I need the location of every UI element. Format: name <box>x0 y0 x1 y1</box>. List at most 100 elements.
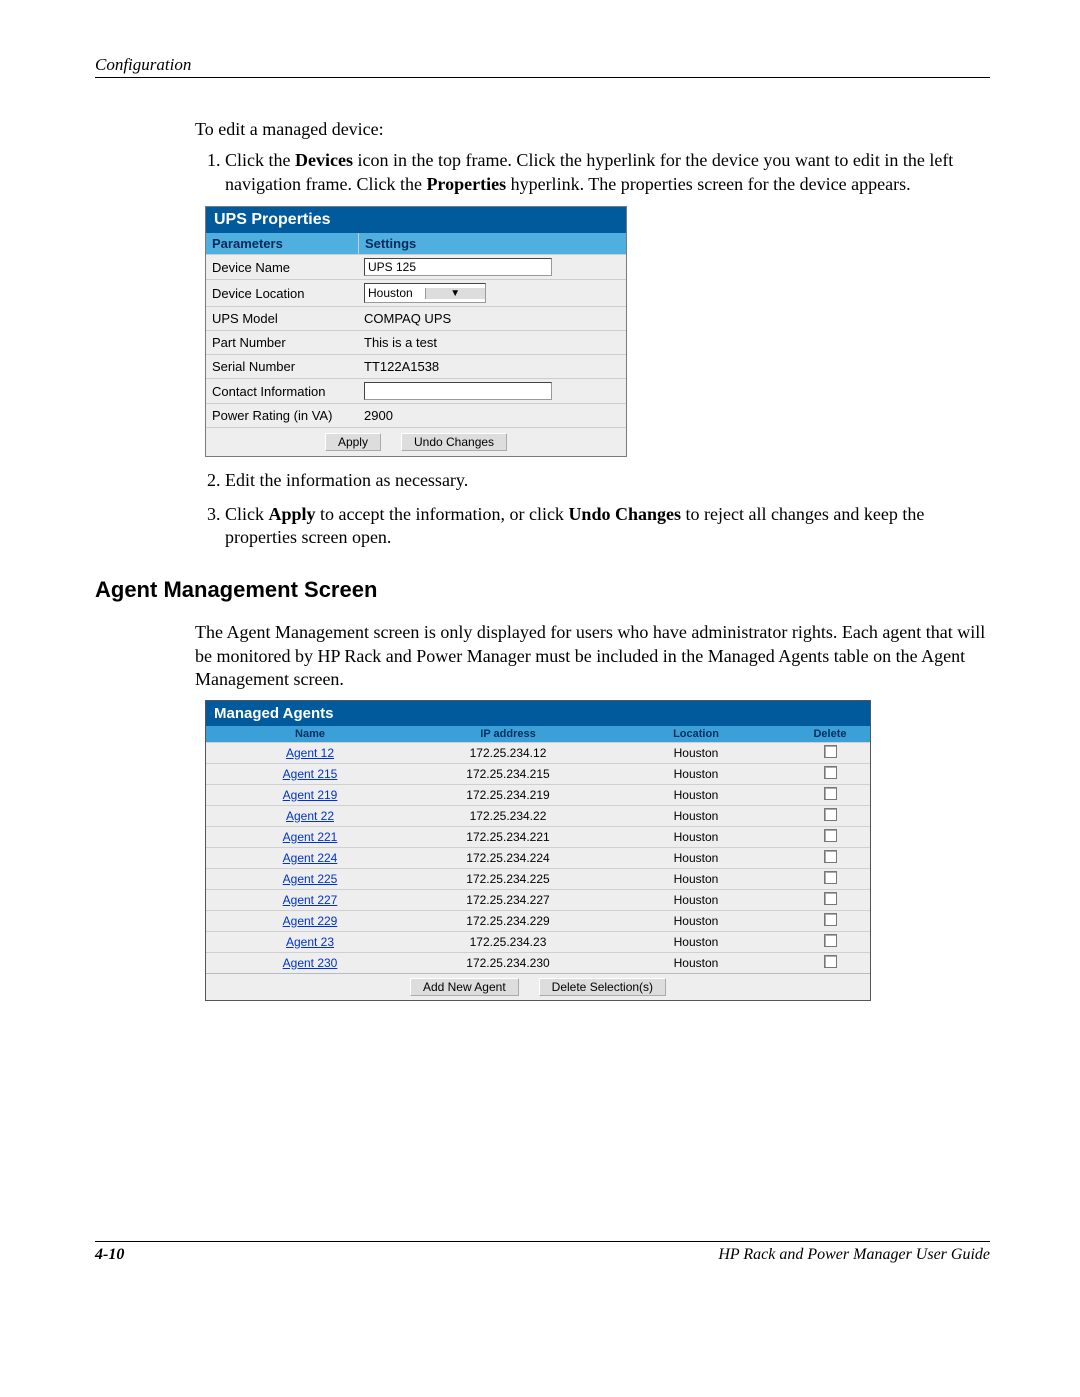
delete-checkbox[interactable] <box>824 934 837 947</box>
ups-model-value: COMPAQ UPS <box>358 308 626 329</box>
agent-link[interactable]: Agent 23 <box>286 935 334 949</box>
delete-checkbox[interactable] <box>824 766 837 779</box>
ups-header-row: Parameters Settings <box>206 233 626 254</box>
agent-ip: 172.25.234.219 <box>414 786 602 804</box>
ups-head-parameters: Parameters <box>206 233 359 254</box>
agents-head-delete: Delete <box>790 726 870 742</box>
agent-row: Agent 227 172.25.234.227Houston <box>206 889 870 910</box>
agents-button-row: Add New Agent Delete Selection(s) <box>206 973 870 1000</box>
agent-location: Houston <box>602 807 790 825</box>
agent-ip: 172.25.234.12 <box>414 744 602 762</box>
step-2: Edit the information as necessary. <box>225 469 990 492</box>
agent-row: Agent 230 172.25.234.230Houston <box>206 952 870 973</box>
agent-link[interactable]: Agent 225 <box>283 872 338 886</box>
agent-link[interactable]: Agent 221 <box>283 830 338 844</box>
agent-link[interactable]: Agent 219 <box>283 788 338 802</box>
ups-model-label: UPS Model <box>206 307 358 330</box>
ups-properties-panel: UPS Properties Parameters Settings Devic… <box>205 206 627 457</box>
ups-row-device-name: Device Name <box>206 254 626 279</box>
step1-pre: Click the <box>225 150 295 170</box>
agent-row: Agent 221172.25.234.221Houston <box>206 826 870 847</box>
agents-head-location: Location <box>602 726 790 742</box>
ups-head-settings: Settings <box>359 233 626 254</box>
device-location-value: Houston <box>365 286 425 300</box>
device-name-label: Device Name <box>206 256 358 279</box>
ups-row-serial: Serial Number TT122A1538 <box>206 354 626 378</box>
step1-bold-properties: Properties <box>426 174 506 194</box>
agent-ip: 172.25.234.22 <box>414 807 602 825</box>
managed-agents-panel: Managed Agents Name IP address Location … <box>205 700 871 1001</box>
agent-ip: 172.25.234.221 <box>414 828 602 846</box>
delete-checkbox[interactable] <box>824 913 837 926</box>
agent-row: Agent 22 172.25.234.22Houston <box>206 805 870 826</box>
delete-checkbox[interactable] <box>824 808 837 821</box>
delete-checkbox[interactable] <box>824 745 837 758</box>
agent-row: Agent 224 172.25.234.224Houston <box>206 847 870 868</box>
delete-checkbox[interactable] <box>824 871 837 884</box>
delete-checkbox[interactable] <box>824 787 837 800</box>
agents-header-row: Name IP address Location Delete <box>206 726 870 742</box>
agent-row: Agent 23 172.25.234.23Houston <box>206 931 870 952</box>
ups-row-model: UPS Model COMPAQ UPS <box>206 306 626 330</box>
ups-button-row: Apply Undo Changes <box>206 427 626 456</box>
agent-link[interactable]: Agent 224 <box>283 851 338 865</box>
apply-button[interactable]: Apply <box>325 433 381 451</box>
agent-ip: 172.25.234.230 <box>414 954 602 972</box>
device-location-label: Device Location <box>206 282 358 305</box>
agent-ip: 172.25.234.224 <box>414 849 602 867</box>
agent-link[interactable]: Agent 227 <box>283 893 338 907</box>
agent-link[interactable]: Agent 229 <box>283 914 338 928</box>
part-number-label: Part Number <box>206 331 358 354</box>
serial-value: TT122A1538 <box>358 356 626 377</box>
agents-head-name: Name <box>206 726 414 742</box>
delete-checkbox[interactable] <box>824 955 837 968</box>
agent-location: Houston <box>602 933 790 951</box>
device-location-select[interactable]: Houston ▼ <box>364 283 486 303</box>
page-header-section: Configuration <box>95 55 990 78</box>
undo-changes-button[interactable]: Undo Changes <box>401 433 507 451</box>
ups-row-device-location: Device Location Houston ▼ <box>206 279 626 306</box>
agent-row: Agent 12172.25.234.12Houston <box>206 742 870 763</box>
agent-row: Agent 219172.25.234.219Houston <box>206 784 870 805</box>
power-value: 2900 <box>358 405 626 426</box>
ups-row-power: Power Rating (in VA) 2900 <box>206 403 626 427</box>
serial-label: Serial Number <box>206 355 358 378</box>
step3-bold-undo: Undo Changes <box>568 504 681 524</box>
add-new-agent-button[interactable]: Add New Agent <box>410 978 519 996</box>
agent-location: Houston <box>602 891 790 909</box>
delete-checkbox[interactable] <box>824 829 837 842</box>
power-label: Power Rating (in VA) <box>206 404 358 427</box>
agent-management-heading: Agent Management Screen <box>95 577 990 603</box>
agent-location: Houston <box>602 765 790 783</box>
step1-post: hyperlink. The properties screen for the… <box>506 174 911 194</box>
page-number: 4-10 <box>95 1246 124 1264</box>
step1-bold-devices: Devices <box>295 150 353 170</box>
agent-link[interactable]: Agent 22 <box>286 809 334 823</box>
guide-title: HP Rack and Power Manager User Guide <box>718 1246 990 1264</box>
delete-checkbox[interactable] <box>824 850 837 863</box>
agent-ip: 172.25.234.229 <box>414 912 602 930</box>
agent-ip: 172.25.234.227 <box>414 891 602 909</box>
step3-bold-apply: Apply <box>269 504 316 524</box>
contact-input[interactable] <box>364 382 552 400</box>
agents-title: Managed Agents <box>206 701 870 726</box>
steps-list-2: Edit the information as necessary. Click… <box>205 469 990 549</box>
agent-location: Houston <box>602 954 790 972</box>
step-1: Click the Devices icon in the top frame.… <box>225 149 990 196</box>
device-name-input[interactable] <box>364 258 552 276</box>
agent-link[interactable]: Agent 215 <box>283 767 338 781</box>
delete-selections-button[interactable]: Delete Selection(s) <box>539 978 666 996</box>
agent-link[interactable]: Agent 230 <box>283 956 338 970</box>
agent-management-paragraph: The Agent Management screen is only disp… <box>195 621 990 691</box>
chevron-down-icon: ▼ <box>425 288 486 299</box>
agent-ip: 172.25.234.23 <box>414 933 602 951</box>
ups-row-part: Part Number This is a test <box>206 330 626 354</box>
page-footer: 4-10 HP Rack and Power Manager User Guid… <box>95 1241 990 1264</box>
ups-title: UPS Properties <box>206 207 626 233</box>
step3-mid: to accept the information, or click <box>316 504 569 524</box>
agent-link[interactable]: Agent 12 <box>286 746 334 760</box>
part-number-value: This is a test <box>358 332 626 353</box>
agent-location: Houston <box>602 849 790 867</box>
intro-line: To edit a managed device: <box>195 118 990 141</box>
delete-checkbox[interactable] <box>824 892 837 905</box>
